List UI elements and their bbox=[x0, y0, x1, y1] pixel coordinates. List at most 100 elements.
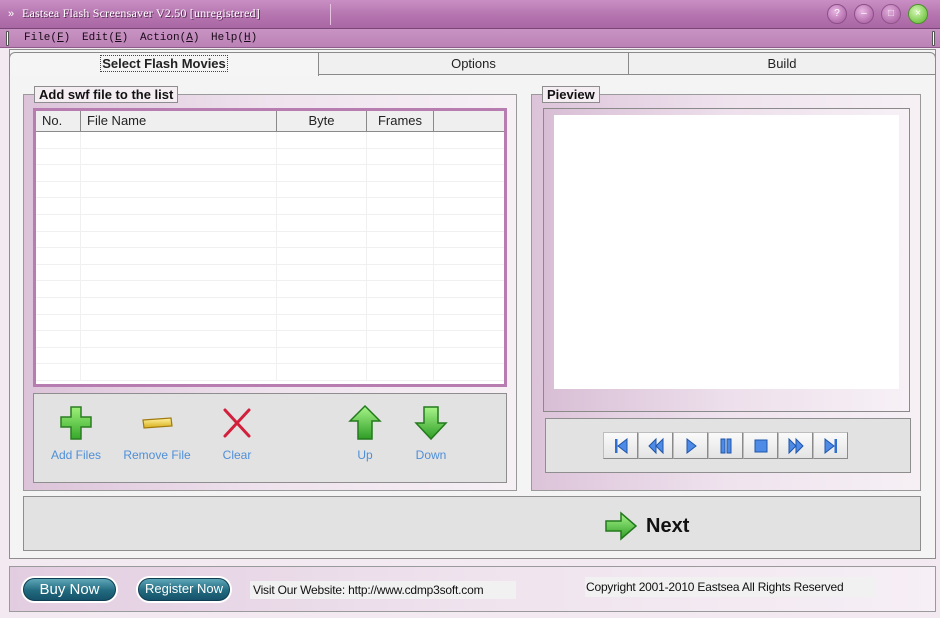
table-body bbox=[36, 132, 504, 384]
green-up-arrow-icon bbox=[345, 404, 385, 442]
table-cell bbox=[277, 132, 367, 148]
table-row bbox=[36, 231, 504, 249]
table-row bbox=[36, 198, 504, 215]
table-row bbox=[36, 264, 504, 282]
fast-forward-icon bbox=[788, 437, 804, 454]
close-button[interactable]: × bbox=[908, 4, 928, 24]
title-divider bbox=[330, 4, 331, 25]
move-down-button[interactable]: Down bbox=[401, 404, 461, 462]
next-button[interactable]: Next bbox=[604, 510, 689, 542]
table-cell bbox=[277, 214, 367, 231]
table-cell bbox=[367, 165, 434, 181]
first-frame-button[interactable] bbox=[603, 432, 638, 459]
menu-action[interactable]: Action(A) bbox=[140, 32, 199, 44]
menu-help[interactable]: Help(H) bbox=[211, 32, 257, 44]
table-row bbox=[36, 214, 504, 232]
table-cell bbox=[367, 198, 434, 214]
clear-button[interactable]: Clear bbox=[197, 404, 277, 462]
table-cell bbox=[277, 148, 367, 165]
move-up-button[interactable]: Up bbox=[335, 404, 395, 462]
table-cell bbox=[277, 281, 367, 297]
table-cell bbox=[277, 231, 367, 248]
table-cell bbox=[81, 165, 277, 181]
footer: Buy Now Register Now Visit Our Website: … bbox=[9, 566, 936, 612]
clear-label: Clear bbox=[222, 448, 252, 462]
preview-screen bbox=[554, 115, 899, 389]
tab-options[interactable]: Options bbox=[318, 52, 629, 75]
files-group-legend: Add swf file to the list bbox=[34, 86, 179, 103]
table-cell bbox=[81, 231, 277, 248]
tab-strip: Select Flash Movies Options Build bbox=[9, 52, 936, 76]
yellow-minus-icon bbox=[137, 404, 177, 442]
table-cell bbox=[277, 181, 367, 198]
table-cell bbox=[36, 231, 81, 248]
menu-grip-right[interactable] bbox=[932, 31, 935, 46]
add-files-button[interactable]: Add Files bbox=[36, 404, 116, 462]
file-list-table[interactable]: No. File Name Byte Frames bbox=[33, 108, 507, 387]
table-cell bbox=[277, 165, 367, 181]
column-header-filler bbox=[434, 111, 504, 132]
minimize-button[interactable]: – bbox=[854, 4, 874, 24]
table-cell bbox=[367, 132, 434, 148]
table-cell bbox=[81, 248, 277, 264]
table-cell bbox=[81, 264, 277, 281]
table-cell bbox=[81, 281, 277, 297]
app-icon[interactable]: » bbox=[8, 7, 14, 21]
stop-button[interactable] bbox=[743, 432, 778, 459]
register-now-button[interactable]: Register Now bbox=[138, 578, 230, 601]
table-row bbox=[36, 314, 504, 332]
copyright-text: Copyright 2001-2010 Eastsea All Rights R… bbox=[585, 577, 875, 597]
menu-file[interactable]: File(F) bbox=[24, 32, 70, 44]
title-bar: » Eastsea Flash Screensaver V2.50 [unreg… bbox=[0, 0, 940, 29]
table-cell bbox=[81, 364, 277, 380]
table-cell bbox=[36, 264, 81, 281]
down-label: Down bbox=[415, 448, 447, 462]
help-window-button[interactable]: ? bbox=[827, 4, 847, 24]
pause-icon bbox=[720, 438, 731, 453]
stop-icon bbox=[754, 439, 767, 452]
pause-button[interactable] bbox=[708, 432, 743, 459]
website-link[interactable]: Visit Our Website: http://www.cdmp3soft.… bbox=[250, 581, 516, 599]
table-cell bbox=[81, 314, 277, 331]
table-cell bbox=[367, 181, 434, 198]
table-cell bbox=[367, 347, 434, 364]
table-cell bbox=[367, 264, 434, 281]
buy-now-button[interactable]: Buy Now bbox=[23, 578, 116, 601]
fast-forward-button[interactable] bbox=[778, 432, 813, 459]
table-cell bbox=[367, 248, 434, 264]
table-cell bbox=[81, 214, 277, 231]
files-group: Add swf file to the list No. File Name B… bbox=[23, 86, 517, 491]
table-cell bbox=[36, 364, 81, 380]
table-cell bbox=[277, 248, 367, 264]
menu-bar: File(F) Edit(E) Action(A) Help(H) bbox=[0, 29, 940, 48]
last-frame-button[interactable] bbox=[813, 432, 848, 459]
preview-frame bbox=[543, 108, 910, 412]
menu-grip-left[interactable] bbox=[6, 31, 9, 46]
window-title: Eastsea Flash Screensaver V2.50 [unregis… bbox=[22, 6, 260, 20]
column-header-no[interactable]: No. bbox=[36, 111, 81, 132]
rewind-button[interactable] bbox=[638, 432, 673, 459]
table-cell bbox=[36, 132, 81, 148]
table-cell bbox=[81, 297, 277, 314]
table-cell bbox=[36, 281, 81, 297]
table-cell bbox=[36, 347, 81, 364]
tab-build[interactable]: Build bbox=[628, 52, 936, 75]
column-header-file-name[interactable]: File Name bbox=[81, 111, 277, 132]
column-header-frames[interactable]: Frames bbox=[367, 111, 434, 132]
column-header-byte[interactable]: Byte bbox=[277, 111, 367, 132]
green-down-arrow-icon bbox=[411, 404, 451, 442]
menu-edit[interactable]: Edit(E) bbox=[82, 32, 128, 44]
remove-file-button[interactable]: Remove File bbox=[117, 404, 197, 462]
remove-file-label: Remove File bbox=[123, 448, 191, 462]
maximize-button[interactable]: □ bbox=[881, 4, 901, 24]
play-button[interactable] bbox=[673, 432, 708, 459]
table-cell bbox=[81, 181, 277, 198]
tab-select-flash-movies[interactable]: Select Flash Movies bbox=[9, 52, 319, 76]
table-row bbox=[36, 364, 504, 381]
file-toolbar: Add Files Remove File Clear Up Down bbox=[33, 393, 507, 483]
table-row bbox=[36, 331, 504, 348]
table-cell bbox=[367, 214, 434, 231]
table-cell bbox=[36, 248, 81, 264]
table-header: No. File Name Byte Frames bbox=[36, 111, 504, 132]
table-cell bbox=[36, 331, 81, 347]
